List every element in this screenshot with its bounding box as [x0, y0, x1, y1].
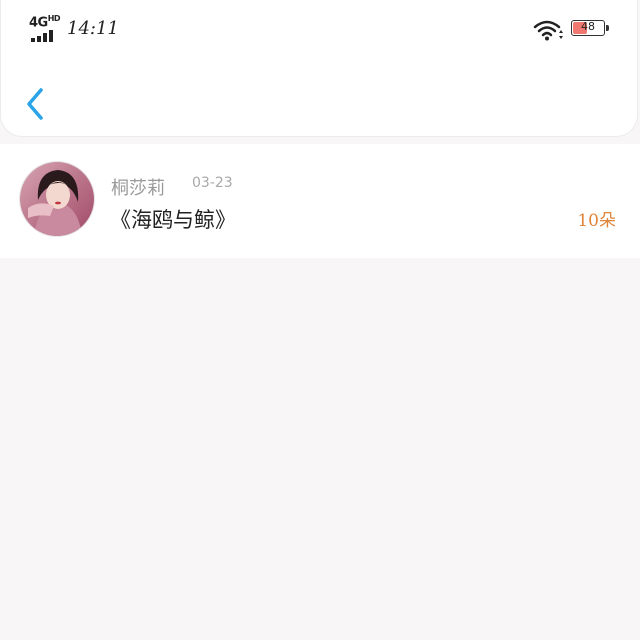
battery-icon: 48 — [571, 20, 609, 36]
network-type: 4GHD — [29, 14, 61, 31]
status-bar: 4GHD 14:11 48 — [1, 10, 640, 46]
battery-level: 48 — [581, 20, 595, 33]
cellular-signal: 4GHD — [29, 14, 63, 44]
top-header: 4GHD 14:11 48 — [0, 0, 638, 137]
post-date: 03-23 — [192, 175, 233, 191]
list-item[interactable]: 桐莎莉 03-23 《海鸥与鲸》 10朵 — [0, 144, 640, 258]
status-time: 14:11 — [67, 18, 119, 39]
work-title: 《海鸥与鲸》 — [110, 208, 236, 232]
flower-count: 10朵 — [577, 211, 616, 231]
avatar[interactable] — [20, 162, 94, 236]
chevron-left-icon — [27, 88, 43, 120]
signal-bars-icon — [31, 30, 61, 42]
author-name: 桐莎莉 — [111, 178, 165, 199]
back-button[interactable] — [19, 84, 53, 124]
wifi-icon — [533, 20, 563, 41]
